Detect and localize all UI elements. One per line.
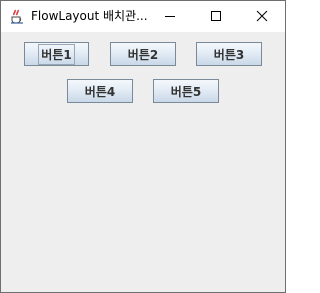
window-title: FlowLayout 배치관... [31,9,148,23]
button-2[interactable]: 버튼2 [110,42,176,66]
app-window: FlowLayout 배치관... 버튼1 버튼2 버튼3 버튼4 버튼5 [0,0,286,293]
button-2-label: 버튼2 [127,47,159,62]
content-pane: 버튼1 버튼2 버튼3 버튼4 버튼5 [1,32,285,292]
java-cup-icon[interactable] [9,8,25,24]
button-1[interactable]: 버튼1 [24,42,89,66]
title-bar[interactable]: FlowLayout 배치관... [1,1,285,32]
button-4-label: 버튼4 [84,84,116,99]
close-icon [256,7,268,26]
button-1-label: 버튼1 [38,43,75,65]
button-3-label: 버튼3 [213,47,245,62]
minimize-icon [164,7,176,26]
minimize-button[interactable] [147,1,193,32]
button-3[interactable]: 버튼3 [196,42,262,66]
maximize-icon [210,7,222,26]
close-button[interactable] [239,1,285,32]
button-5[interactable]: 버튼5 [153,79,219,103]
maximize-button[interactable] [193,1,239,32]
button-5-label: 버튼5 [170,84,202,99]
button-4[interactable]: 버튼4 [67,79,133,103]
